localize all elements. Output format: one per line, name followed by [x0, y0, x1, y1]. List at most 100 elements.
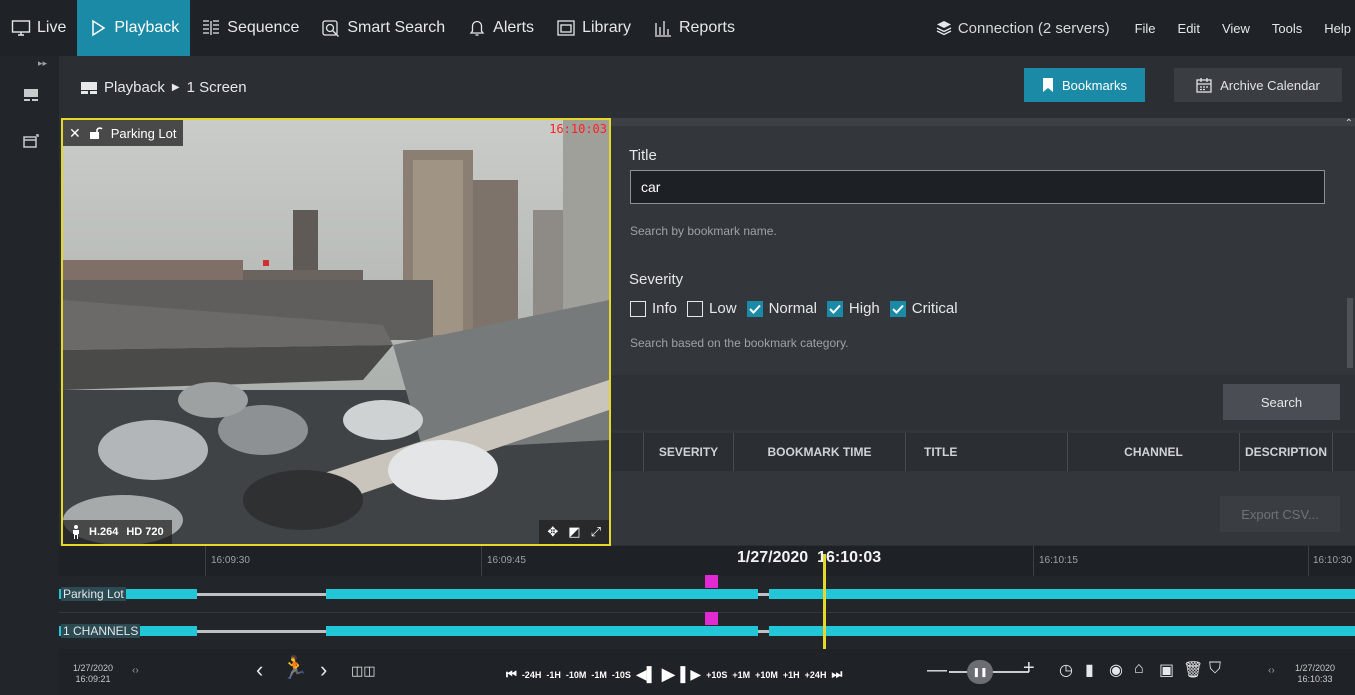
speed-slider-knob[interactable]: ❚❚ [967, 660, 993, 684]
screen-layout-icon[interactable] [23, 88, 39, 102]
jump-fwd-10m[interactable]: +10M [755, 670, 778, 680]
recording-segment [769, 589, 1355, 599]
tick-line [1033, 546, 1034, 576]
close-icon[interactable]: ✕ [69, 125, 81, 142]
column-description[interactable]: DESCRIPTION [1239, 433, 1333, 471]
timeline[interactable]: 16:09:30 16:09:45 16:10:15 16:10:30 1/27… [59, 546, 1355, 650]
play-button-icon[interactable]: ▶ [662, 664, 676, 685]
export-icon[interactable]: ⌂ [1134, 660, 1144, 678]
nav-sequence-label: Sequence [227, 19, 300, 36]
jump-back-10s[interactable]: -10S [612, 670, 631, 680]
jump-fwd-10s[interactable]: +10S [706, 670, 727, 680]
checkbox-box[interactable] [687, 300, 704, 317]
step-back-icon[interactable]: ◀▌ [636, 666, 657, 683]
menu-tools[interactable]: Tools [1261, 21, 1313, 36]
nav-alerts[interactable]: Alerts [456, 0, 545, 56]
checkmark-icon[interactable] [746, 300, 763, 317]
severity-info-label: Info [652, 300, 678, 317]
speed-increase-icon[interactable]: + [1023, 657, 1035, 680]
breadcrumb-child: 1 Screen [186, 79, 247, 96]
menu-file[interactable]: File [1124, 21, 1167, 36]
camera-video-tile[interactable]: ✕ Parking Lot 16:10:03 H.264 HD 720 ✥ ◩ … [61, 118, 611, 546]
search-button[interactable]: Search [1223, 384, 1340, 420]
breadcrumb-root[interactable]: Playback [104, 79, 165, 96]
prev-event-icon[interactable]: ‹ [256, 657, 263, 683]
jump-fwd-1m[interactable]: +1M [732, 670, 750, 680]
column-channel[interactable]: CHANNEL [1067, 433, 1239, 471]
nav-alerts-label: Alerts [493, 19, 535, 36]
next-event-icon[interactable]: › [320, 657, 327, 683]
severity-info-checkbox[interactable]: Info [630, 300, 677, 317]
camera-codec: H.264 [89, 526, 119, 538]
expand-arrows-icon[interactable]: ⤢ [591, 524, 601, 540]
playhead[interactable] [823, 554, 826, 649]
nav-library[interactable]: Library [545, 0, 642, 56]
time-ruler[interactable]: 16:09:30 16:09:45 16:10:15 16:10:30 1/27… [59, 546, 1355, 576]
nav-smart-search[interactable]: Smart Search [310, 0, 456, 56]
sequence-icon [203, 20, 220, 35]
trash-icon[interactable]: 🗑 [1183, 660, 1203, 680]
shield-icon[interactable]: ⛉ [1209, 660, 1221, 678]
camera-snapshot-icon[interactable]: ◉ [1109, 660, 1123, 680]
title-label: Title [629, 147, 657, 164]
nav-reports-label: Reports [678, 19, 735, 36]
nav-sequence[interactable]: Sequence [190, 0, 310, 56]
jump-fwd-1h[interactable]: +1H [783, 670, 800, 680]
column-bookmark-time[interactable]: BOOKMARK TIME [733, 433, 905, 471]
severity-critical-checkbox[interactable]: Critical [889, 300, 958, 317]
smart-motion-icon[interactable]: ◫◫ [351, 663, 376, 679]
jump-back-10m[interactable]: -10M [566, 670, 587, 680]
menu-view[interactable]: View [1211, 21, 1261, 36]
nav-reports[interactable]: Reports [642, 0, 746, 56]
archive-calendar-button[interactable]: Archive Calendar [1174, 68, 1342, 102]
video-export-icon[interactable]: ▣ [1159, 660, 1174, 680]
speed-decrease-icon[interactable]: — [927, 659, 947, 682]
panel-top-strip [611, 118, 1355, 126]
skip-to-end-icon[interactable]: ⏭ [831, 667, 842, 682]
motion-person-icon[interactable]: 🏃 [281, 655, 308, 681]
jump-fwd-24h[interactable]: +24H [805, 670, 827, 680]
column-title[interactable]: TITLE [905, 433, 1067, 471]
nav-playback[interactable]: Playback [77, 0, 191, 56]
expand-icon[interactable]: ▸▸ [38, 58, 47, 69]
checkbox-box[interactable] [630, 300, 646, 317]
bookmark-marker[interactable] [705, 612, 718, 625]
severity-hint: Search based on the bookmark category. [630, 336, 849, 350]
unlock-icon[interactable] [89, 126, 103, 140]
ptz-icon[interactable]: ✥ [547, 524, 558, 540]
timeline-track-channels[interactable]: 1 CHANNELS [59, 612, 1355, 650]
checkmark-icon[interactable] [826, 300, 843, 317]
person-icon [73, 525, 79, 539]
panel-scrollbar[interactable] [1347, 298, 1353, 368]
column-severity[interactable]: SEVERITY [643, 433, 733, 471]
menu-edit[interactable]: Edit [1167, 21, 1211, 36]
calendar-icon [1196, 78, 1212, 93]
bar-chart-icon [654, 21, 671, 37]
smart-search-icon [322, 20, 340, 37]
jump-back-1m[interactable]: -1M [591, 670, 607, 680]
title-search-input[interactable] [630, 170, 1325, 204]
severity-high-checkbox[interactable]: High [826, 300, 880, 317]
skip-to-start-icon[interactable]: ⏮ [506, 667, 517, 682]
image-adjust-icon[interactable]: ◩ [568, 524, 580, 540]
collapse-icon[interactable]: ⌃ [1345, 118, 1353, 129]
bookmark-add-icon[interactable]: ▮ [1085, 660, 1094, 680]
checkmark-icon[interactable] [889, 300, 906, 317]
nav-live[interactable]: Live [0, 0, 77, 56]
export-csv-button[interactable]: Export CSV... [1220, 496, 1340, 532]
range-handle-icon[interactable]: ‹› [1268, 665, 1275, 676]
connection-status[interactable]: Connection (2 servers) [922, 20, 1124, 37]
jump-back-24h[interactable]: -24H [522, 670, 542, 680]
severity-normal-checkbox[interactable]: Normal [746, 300, 817, 317]
range-handle-icon[interactable]: ‹› [132, 665, 139, 676]
bookmarks-button[interactable]: Bookmarks [1024, 68, 1145, 102]
timeline-track-parking-lot[interactable]: Parking Lot [59, 575, 1355, 613]
camera-resolution: HD 720 [126, 526, 164, 538]
step-forward-icon[interactable]: ▌▶ [680, 666, 701, 683]
menu-help[interactable]: Help [1313, 21, 1355, 36]
bookmark-marker[interactable] [705, 575, 718, 588]
jump-back-1h[interactable]: -1H [546, 670, 561, 680]
window-add-icon[interactable] [23, 134, 39, 148]
severity-low-checkbox[interactable]: Low [687, 300, 737, 317]
clock-icon[interactable]: ◷ [1059, 660, 1073, 680]
